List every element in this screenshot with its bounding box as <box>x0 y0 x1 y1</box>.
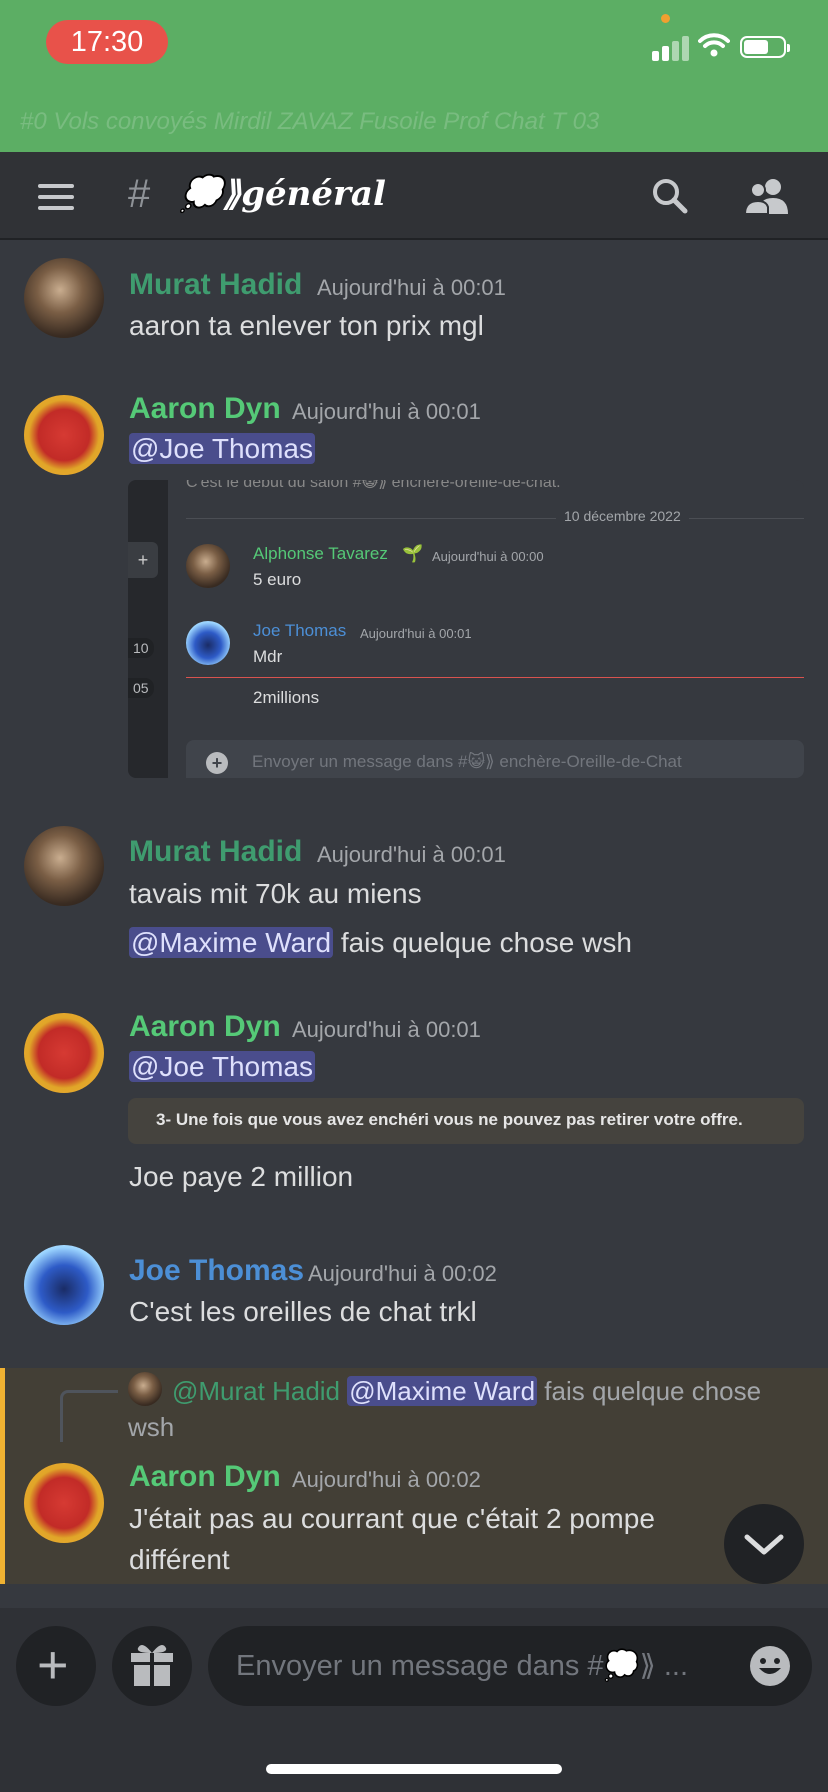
date-divider: 10 décembre 2022 <box>556 508 689 524</box>
message-author[interactable]: Aaron Dyn <box>129 392 281 426</box>
message-timestamp: Aujourd'hui à 00:02 <box>292 1467 481 1492</box>
reply-preview-cont: wsh <box>128 1412 175 1442</box>
message-author[interactable]: Aaron Dyn <box>129 1010 281 1044</box>
gift-button[interactable] <box>112 1626 192 1706</box>
unread-count: 10 <box>128 638 154 658</box>
channel-start-text: C'est le début du salon #😺⟫ enchère-orei… <box>186 480 561 491</box>
message-text: @Maxime Ward fais quelque chose wsh <box>129 927 632 958</box>
quoted-rule-embed: 3- Une fois que vous avez enchéri vous n… <box>128 1098 804 1144</box>
message-text: aaron ta enlever ton prix mgl <box>129 310 484 341</box>
message-text: 5 euro <box>253 570 302 589</box>
message-author: Alphonse Tavarez <box>253 544 388 563</box>
search-icon[interactable] <box>650 176 690 221</box>
screenshot-message-input: + Envoyer un message dans #😺⟫ enchère-Or… <box>186 740 804 778</box>
privacy-indicator-dot <box>661 14 670 23</box>
message-text: Joe paye 2 million <box>129 1161 354 1192</box>
avatar <box>186 544 230 588</box>
members-icon[interactable] <box>743 176 790 221</box>
gift-icon <box>131 1644 173 1686</box>
chevron-down-icon <box>744 1534 784 1555</box>
reply-connector <box>60 1390 118 1442</box>
reply-preview[interactable]: @Murat Hadid @Maxime Ward fais quelque c… <box>172 1376 761 1407</box>
message-text: C'est les oreilles de chat trkl <box>129 1296 477 1327</box>
message-timestamp: Aujourd'hui à 00:02 <box>308 1261 497 1286</box>
message-input-placeholder: Envoyer un message dans #💭⟫ ... <box>236 1650 689 1682</box>
battery-icon <box>740 36 790 58</box>
user-mention[interactable]: @Joe Thomas <box>129 1051 315 1082</box>
menu-icon[interactable] <box>38 184 74 217</box>
user-mention[interactable]: @Joe Thomas <box>129 433 315 464</box>
mention-highlight-bar <box>0 1368 5 1584</box>
scroll-to-bottom-button[interactable] <box>724 1504 804 1584</box>
new-messages-line <box>186 677 804 678</box>
message-text: 2millions <box>253 688 320 707</box>
avatar[interactable] <box>24 1245 104 1325</box>
message-author[interactable]: Aaron Dyn <box>129 1460 281 1494</box>
avatar[interactable] <box>24 395 104 475</box>
message-timestamp: Aujourd'hui à 00:00 <box>432 549 544 564</box>
plus-icon: + <box>37 1635 69 1695</box>
avatar[interactable] <box>24 1463 104 1543</box>
emoji-icon <box>750 1646 790 1686</box>
badge-icon: 🌱 <box>402 544 424 563</box>
message-author[interactable]: Murat Hadid <box>129 835 302 869</box>
wifi-icon <box>698 32 730 63</box>
reply-avatar <box>128 1372 162 1406</box>
emoji-button[interactable] <box>748 1644 792 1693</box>
message-timestamp: Aujourd'hui à 00:01 <box>317 842 506 867</box>
message-timestamp: Aujourd'hui à 00:01 <box>292 1017 481 1042</box>
message-author[interactable]: Joe Thomas <box>129 1254 304 1288</box>
message-timestamp: Aujourd'hui à 00:01 <box>360 626 472 641</box>
message-text: tavais mit 70k au miens <box>129 878 422 909</box>
avatar <box>186 621 230 665</box>
message-text: différent <box>129 1544 230 1575</box>
message-text: Mdr <box>253 647 283 666</box>
plus-icon: + <box>206 752 228 774</box>
status-bar: 17:30 #0 Vols convoyés Mirdil ZAVAZ Fuso… <box>0 0 828 152</box>
message-timestamp: Aujourd'hui à 00:01 <box>292 399 481 424</box>
message-timestamp: Aujourd'hui à 00:01 <box>317 275 506 300</box>
channel-header: # 💭⟫général <box>0 152 828 240</box>
unread-count: 05 <box>128 678 154 698</box>
status-ghost-banner: #0 Vols convoyés Mirdil ZAVAZ Fusoile Pr… <box>20 108 600 135</box>
add-attachment-button[interactable]: + <box>16 1626 96 1706</box>
avatar[interactable] <box>24 1013 104 1093</box>
message-input[interactable]: Envoyer un message dans #💭⟫ ... <box>208 1626 812 1706</box>
message-text: J'était pas au courrant que c'était 2 po… <box>129 1503 655 1534</box>
add-member-icon: + <box>128 542 158 578</box>
message-author: Joe Thomas <box>253 621 347 640</box>
status-time[interactable]: 17:30 <box>46 20 168 64</box>
input-placeholder: Envoyer un message dans #😺⟫ enchère-Orei… <box>252 752 682 771</box>
avatar[interactable] <box>24 826 104 906</box>
cellular-signal-icon <box>652 36 692 61</box>
channel-hash-icon: # <box>128 172 151 216</box>
avatar[interactable] <box>24 258 104 338</box>
home-indicator[interactable] <box>266 1764 562 1774</box>
user-mention[interactable]: @Maxime Ward <box>129 927 334 958</box>
channel-title: 💭⟫général <box>180 174 386 214</box>
attached-screenshot[interactable]: + 10 05 C'est le début du salon #😺⟫ ench… <box>128 480 804 778</box>
message-author[interactable]: Murat Hadid <box>129 268 302 302</box>
